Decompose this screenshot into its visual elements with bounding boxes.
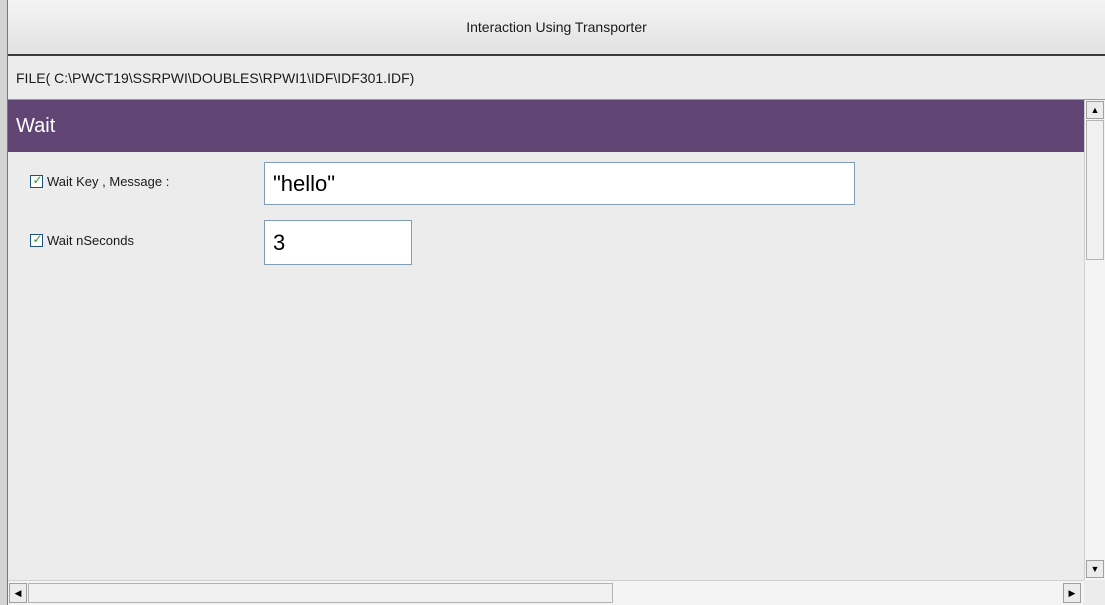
scroll-left-button[interactable]: ◀: [9, 583, 27, 603]
checkmark-icon: ✓: [32, 173, 43, 187]
section-title: Wait: [16, 114, 56, 137]
arrow-left-icon: ◀: [14, 588, 22, 598]
window-title: Interaction Using Transporter: [466, 19, 647, 35]
wait-key-message-label: Wait Key , Message :: [47, 174, 170, 189]
wait-nseconds-input[interactable]: [264, 220, 412, 265]
scroll-right-button[interactable]: ▶: [1063, 583, 1081, 603]
vertical-scroll-thumb[interactable]: [1086, 120, 1104, 260]
field-row-wait-nseconds: ✓ Wait nSeconds: [30, 233, 277, 248]
wait-nseconds-label: Wait nSeconds: [47, 233, 134, 248]
checkmark-icon: ✓: [32, 232, 43, 246]
wait-key-message-input[interactable]: [264, 162, 855, 205]
arrow-down-icon: ▼: [1090, 564, 1100, 574]
horizontal-scroll-thumb[interactable]: [28, 583, 613, 603]
scroll-up-button[interactable]: ▲: [1086, 101, 1104, 119]
horizontal-scrollbar[interactable]: ◀ ▶: [8, 580, 1084, 605]
file-path: FILE( C:\PWCT19\SSRPWI\DOUBLES\RPWI1\IDF…: [16, 69, 415, 86]
file-path-bar: FILE( C:\PWCT19\SSRPWI\DOUBLES\RPWI1\IDF…: [8, 56, 1105, 100]
window-left-border: [0, 0, 8, 605]
scrollbar-corner: [1084, 580, 1105, 605]
app-window: Interaction Using Transporter FILE( C:\P…: [0, 0, 1105, 605]
wait-nseconds-checkbox[interactable]: ✓: [30, 232, 43, 247]
window-title-bar: Interaction Using Transporter: [8, 0, 1105, 56]
scroll-down-button[interactable]: ▼: [1086, 560, 1104, 578]
wait-key-message-checkbox[interactable]: ✓: [30, 173, 43, 188]
form-panel: Wait ✓ Wait Key , Message : ✓ Wait nSeco…: [8, 100, 1084, 580]
arrow-up-icon: ▲: [1090, 105, 1100, 115]
arrow-right-icon: ▶: [1068, 588, 1076, 598]
vertical-scrollbar[interactable]: ▲ ▼: [1084, 100, 1105, 580]
section-header: Wait: [8, 100, 1084, 152]
field-row-wait-key-message: ✓ Wait Key , Message :: [30, 174, 277, 189]
